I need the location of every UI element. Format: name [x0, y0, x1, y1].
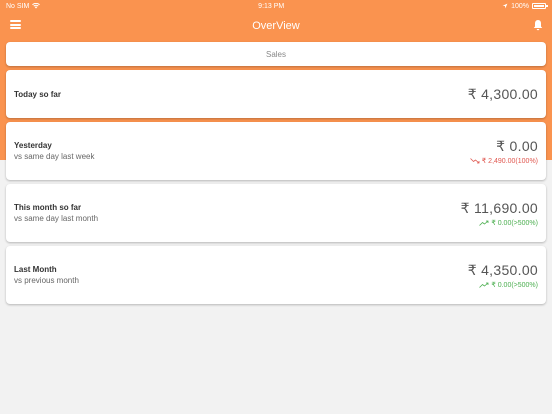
tab-sales-label: Sales: [265, 49, 286, 59]
battery-icon: [531, 3, 548, 9]
carrier-label: No SIM: [6, 2, 30, 10]
trend-up-icon: [479, 220, 489, 226]
wifi-icon: [32, 3, 41, 9]
row-title: Yesterday: [14, 141, 52, 150]
list-item-this-month[interactable]: This month so far vs same day last month…: [6, 184, 546, 242]
list-item-last-month[interactable]: Last Month vs previous month ₹ 4,350.00 …: [6, 246, 546, 304]
row-title: Last Month: [14, 265, 57, 274]
trend-up-icon: [479, 282, 489, 288]
trend-down-icon: [469, 157, 480, 163]
row-title: This month so far: [14, 203, 82, 212]
battery-percent: 100%: [511, 2, 529, 10]
list-item-today[interactable]: Today so far ₹ 4,300.00: [6, 70, 546, 118]
row-amount: ₹ 11,690.00: [460, 199, 538, 216]
row-amount: ₹ 0.00: [496, 137, 538, 154]
status-bar: No SIM 9:13 PM 100%: [0, 0, 552, 12]
row-amount: ₹ 4,300.00: [467, 85, 538, 102]
status-time: 9:13 PM: [258, 2, 285, 10]
row-title: Today so far: [14, 89, 61, 99]
row-change-value: ₹ 0.00(>500%): [491, 219, 538, 227]
page-title: OverView: [252, 20, 300, 32]
tab-sales[interactable]: Sales: [6, 42, 546, 66]
row-change: ₹ 2,490.00(100%): [469, 157, 538, 165]
row-change-value: ₹ 0.00(>500%): [491, 281, 538, 289]
navigation-bar: OverView: [0, 12, 552, 40]
row-change: ₹ 0.00(>500%): [461, 219, 538, 227]
bell-icon[interactable]: [533, 19, 543, 31]
list-item-yesterday[interactable]: Yesterday vs same day last week ₹ 0.00 ₹…: [6, 122, 546, 180]
location-arrow-icon: [502, 3, 508, 9]
row-subtitle: vs same day last month: [14, 214, 99, 223]
row-change: ₹ 0.00(>500%): [468, 281, 538, 289]
row-subtitle: vs same day last week: [14, 152, 95, 161]
row-subtitle: vs previous month: [14, 276, 79, 285]
hamburger-menu-icon[interactable]: [10, 20, 21, 29]
row-change-value: ₹ 2,490.00(100%): [481, 157, 538, 165]
row-amount: ₹ 4,350.00: [467, 261, 538, 278]
